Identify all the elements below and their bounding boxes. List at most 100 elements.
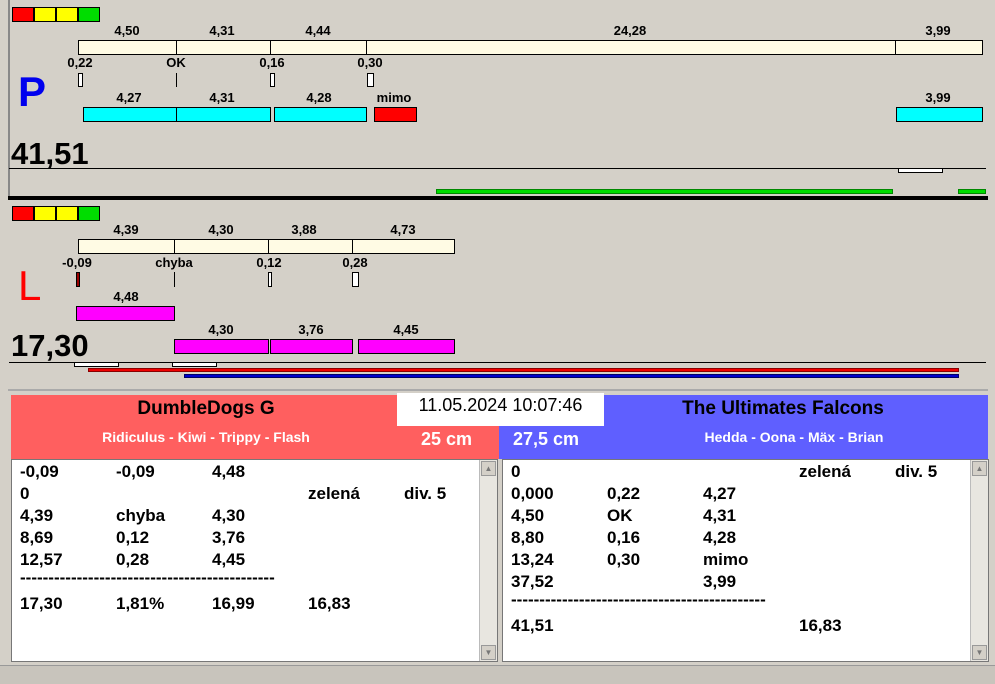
l-track-line: [9, 362, 986, 363]
left-team-players: Ridiculus - Kiwi - Trippy - Flash: [102, 429, 310, 445]
result-cell: 0,28: [116, 550, 150, 569]
l-result-bar: [174, 339, 269, 354]
l-top-label: 4,39: [113, 222, 139, 237]
scroll-down-icon[interactable]: ▼: [972, 645, 987, 660]
p-result-bar: [176, 107, 271, 122]
p-mid-label: 0,22: [67, 55, 93, 70]
l-bottom-label: 4,45: [393, 322, 419, 337]
result-cell: 37,52: [511, 572, 554, 591]
right-team-players: Hedda - Oona - Mäx - Brian: [704, 429, 884, 445]
result-cell: 4,48: [212, 462, 246, 481]
p-segment: [895, 40, 983, 55]
p-total: 41,51: [11, 136, 89, 171]
scrollbar[interactable]: ▲ ▼: [970, 460, 988, 661]
left-team-distance: 25 cm: [421, 429, 473, 449]
result-cell: zelená: [799, 462, 851, 481]
scroll-down-icon[interactable]: ▼: [481, 645, 496, 660]
p-progress-bar: [436, 189, 893, 194]
light-yellow: [34, 206, 56, 221]
p-segment: [176, 40, 271, 55]
p-lane-letter: P: [18, 68, 47, 115]
p-result-bar-miss: [374, 107, 417, 122]
result-cell: 0,30: [607, 550, 641, 569]
light-green: [78, 206, 100, 221]
p-segment: [270, 40, 367, 55]
result-row: 0 zelená div. 5: [503, 462, 988, 484]
l-top-label: 4,73: [390, 222, 416, 237]
p-track-line: [9, 168, 986, 169]
result-cell: 0,000: [511, 484, 554, 503]
p-segment: [366, 40, 896, 55]
light-green: [78, 7, 100, 22]
l-segment: [78, 239, 175, 254]
result-cell: zelená: [308, 484, 360, 503]
right-team-name: The Ultimates Falcons: [682, 398, 884, 419]
scroll-up-icon[interactable]: ▲: [481, 461, 496, 476]
scroll-up-icon[interactable]: ▲: [972, 461, 987, 476]
p-top-label: 24,28: [613, 23, 647, 38]
p-top-label: 3,99: [925, 23, 951, 38]
separator: ----------------------------------------…: [511, 590, 766, 609]
light-yellow: [34, 7, 56, 22]
l-red-progress: [88, 368, 959, 372]
p-top-label: 4,50: [114, 23, 140, 38]
result-cell: 13,24: [511, 550, 554, 569]
result-row: 13,24 0,30 mimo: [503, 550, 988, 572]
result-row: -0,09 -0,09 4,48: [12, 462, 497, 484]
datetime: 11.05.2024 10:07:46: [397, 393, 604, 426]
light-red: [12, 206, 34, 221]
l-bottom-label: 4,30: [208, 322, 234, 337]
result-cell: div. 5: [895, 462, 938, 481]
l-segment: [174, 239, 269, 254]
left-results-box[interactable]: -0,09 -0,09 4,48 0 zelená div. 5 4,39 chyba 4,30…: [11, 459, 498, 662]
light-yellow: [56, 206, 78, 221]
result-row: 0,000 0,22 4,27: [503, 484, 988, 506]
result-cell: 8,69: [20, 528, 54, 547]
result-cell: 16,99: [212, 594, 255, 613]
result-cell: 16,83: [308, 594, 351, 613]
scrollbar[interactable]: ▲ ▼: [479, 460, 497, 661]
p-result-bar: [83, 107, 177, 122]
right-team-distance: 27,5 cm: [513, 429, 580, 449]
result-cell: 12,57: [20, 550, 63, 569]
right-results-box[interactable]: 0 zelená div. 5 0,000 0,22 4,27 4,50 OK 4,31 8,80…: [502, 459, 989, 662]
divider: [8, 196, 988, 200]
result-row: 17,30 1,81% 16,99 16,83: [12, 594, 497, 616]
result-row: 8,69 0,12 3,76: [12, 528, 497, 550]
p-segment: [78, 40, 177, 55]
l-track-marker: [74, 362, 119, 367]
p-bottom-label: 4,27: [116, 90, 142, 105]
l-total: 17,30: [11, 328, 89, 363]
l-mid-label: chyba: [155, 255, 193, 270]
l-bottom-label: 3,76: [298, 322, 324, 337]
result-cell: 8,80: [511, 528, 545, 547]
result-cell: 4,39: [20, 506, 54, 525]
result-cell: 0: [511, 462, 521, 481]
result-cell: 3,99: [703, 572, 737, 591]
status-bar: [0, 665, 995, 684]
light-yellow: [56, 7, 78, 22]
result-cell: 4,50: [511, 506, 545, 525]
p-marker: [78, 73, 83, 87]
l-marker: [268, 272, 272, 287]
result-cell: 0,16: [607, 528, 641, 547]
p-bottom-label: 4,28: [306, 90, 332, 105]
result-cell: 17,30: [20, 594, 63, 613]
p-mid-label: 0,16: [259, 55, 285, 70]
p-result-bar: [274, 107, 367, 122]
result-cell: 0,12: [116, 528, 150, 547]
l-lane-letter: L: [18, 262, 42, 309]
result-cell: 4,31: [703, 506, 737, 525]
result-cell: 0: [20, 484, 30, 503]
result-cell: 4,30: [212, 506, 246, 525]
result-cell: OK: [607, 506, 633, 525]
l-result-bar: [270, 339, 353, 354]
l-blue-progress: [184, 374, 959, 378]
result-row: 41,51 16,83: [503, 616, 988, 638]
p-marker: [367, 73, 374, 87]
p-mid-label: OK: [166, 55, 186, 70]
l-marker: [352, 272, 359, 287]
p-top-label: 4,44: [305, 23, 331, 38]
l-top-label: 4,30: [208, 222, 234, 237]
result-cell: mimo: [703, 550, 749, 569]
